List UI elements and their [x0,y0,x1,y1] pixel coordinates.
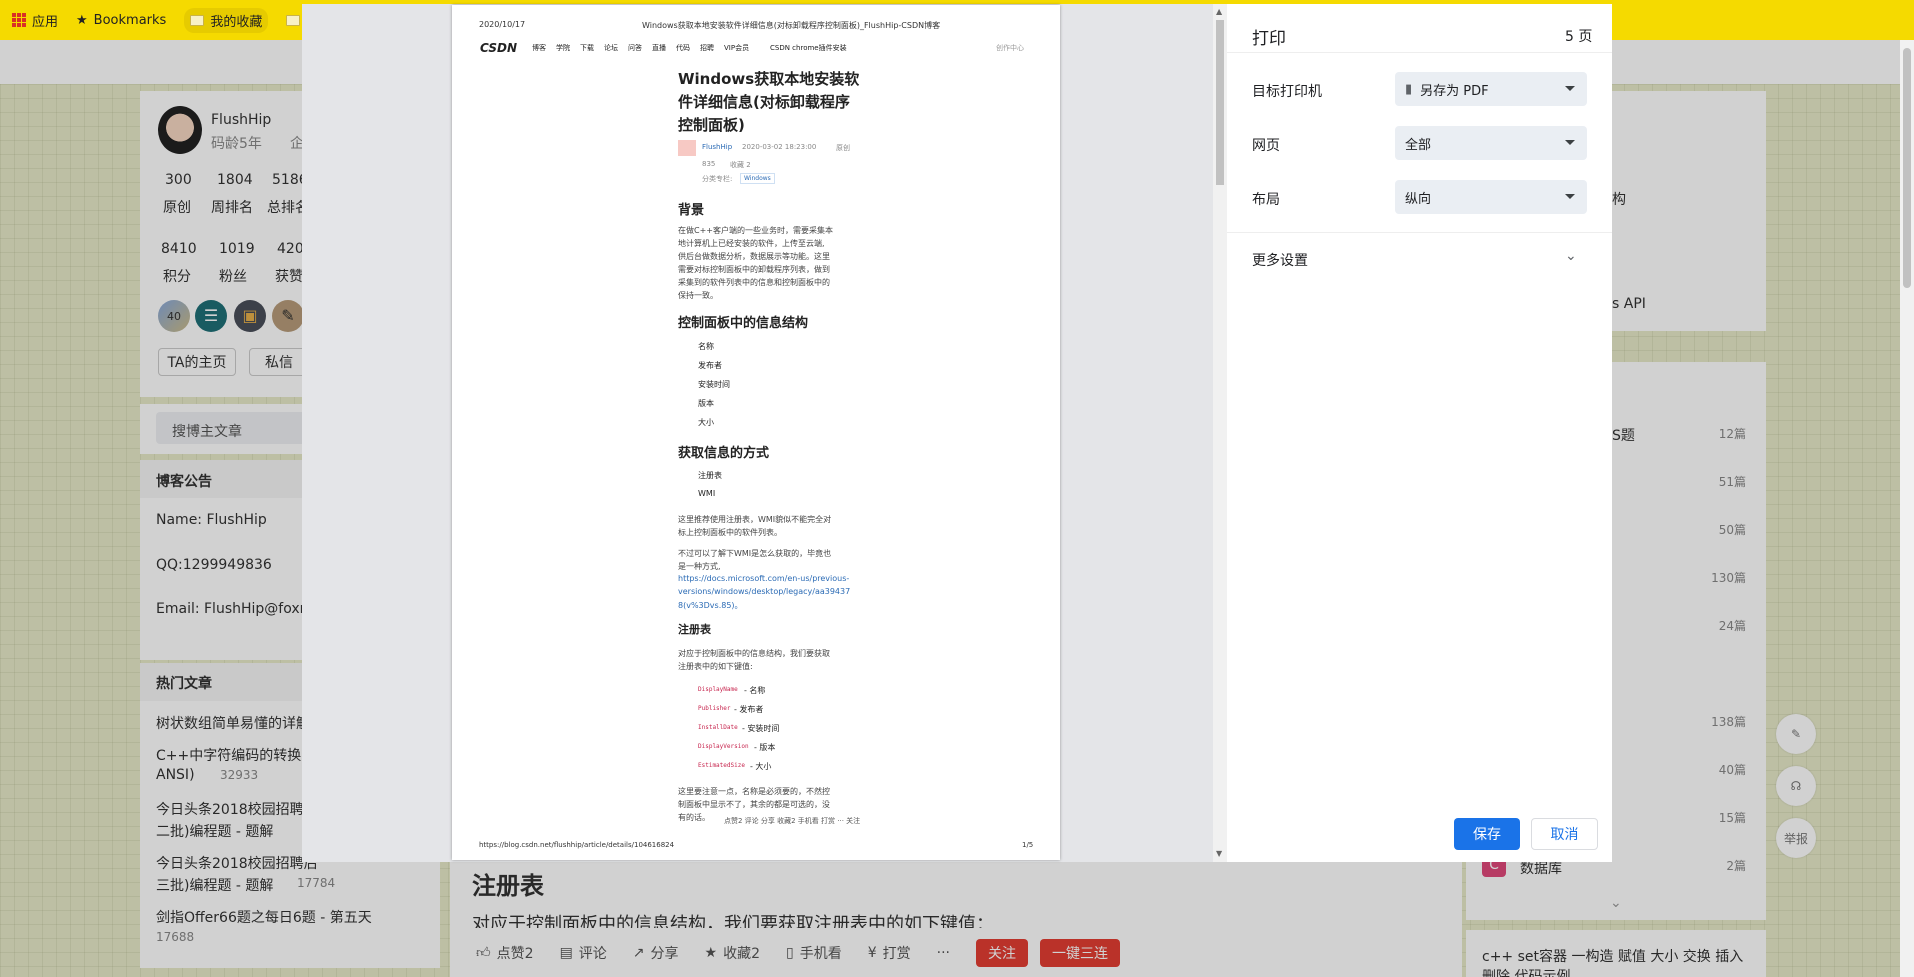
print-title: 打印 [1252,29,1286,49]
preview-date: 2020/10/17 [479,20,526,29]
preview-title-3: 控制面板) [678,116,745,134]
pages-label: 网页 [1252,138,1280,154]
preview-author: FlushHip [702,143,733,151]
preview-note-1: 这里要注意一点，名称是必须要的，不然控 [678,787,830,796]
preview-link-1: https://docs.microsoft.com/en-us/previou… [678,574,850,583]
preview-wmi-2: 是一种方式, [678,562,721,571]
preview-bg-line-2: 地计算机上已经安装的软件，上传至云端, [678,239,825,248]
cancel-button[interactable]: 取消 [1531,818,1598,850]
preview-nav-9: VIP会员 [724,44,750,52]
preview-link-2: versions/windows/desktop/legacy/aa39437 [678,587,851,596]
preview-nav-5: 问答 [628,44,642,52]
preview-h-bg: 背景 [678,203,705,218]
page-count: 5 页 [1565,29,1593,45]
preview-struct-4: 版本 [698,399,714,408]
panel-divider-top [1227,52,1612,53]
more-settings-toggle[interactable]: 更多设置 [1252,250,1308,270]
destination-select[interactable]: ▮ 另存为 PDF [1395,72,1587,106]
preview-nav-3: 下载 [580,44,594,52]
preview-struct-1: 名称 [698,342,714,351]
preview-logo: CSDN [480,41,518,55]
preview-page: 2020/10/17 Windows获取本地安装软件详细信息(对标卸载程序控制面… [452,5,1060,860]
preview-nav-4: 论坛 [604,44,618,52]
preview-bg-line-3: 供后台做数据分析，数据展示等功能。这里 [678,252,830,261]
preview-nav-2: 学院 [556,44,570,52]
preview-struct-5: 大小 [698,418,714,427]
preview-key-3-code: InstallDate [698,724,738,731]
dropdown-arrow-icon [1565,194,1575,199]
folder-icon [286,14,301,26]
preview-key-2-code: Publisher [698,705,731,712]
preview-fav: 原创 [836,144,850,152]
preview-reg-2: 注册表中的如下键值: [678,662,753,671]
preview-nav-1: 博客 [532,44,546,52]
preview-key-3-text: - 安装时间 [742,724,780,733]
star-icon: ★ [76,12,88,28]
preview-reg-1: 对应于控制面板中的信息结构，我们要获取 [678,649,830,658]
layout-label: 布局 [1252,192,1280,208]
preview-scrollbar[interactable]: ▲ ▼ [1213,4,1227,862]
preview-note-2: 制面板中显示不了，其余的都是可选的，没 [678,800,830,809]
print-settings-panel: 打印 5 页 目标打印机 ▮ 另存为 PDF 网页 全部 布局 纵向 更多设置 ⌄… [1227,4,1612,862]
preview-h-struct: 控制面板中的信息结构 [678,316,809,331]
preview-way-2: WMI [698,489,716,498]
preview-h-reg: 注册表 [678,623,711,636]
preview-reco-1: 这里推荐使用注册表，WMI貌似不能完全对 [678,515,832,524]
preview-bg-line-6: 保持一致。 [678,291,718,300]
preview-title-1: Windows获取本地安装软 [678,70,860,88]
print-preview-area: 2020/10/17 Windows获取本地安装软件详细信息(对标卸载程序控制面… [302,4,1213,862]
preview-link-3: 8(v%3Dvs.85)。 [678,601,743,610]
preview-original-badge [678,140,696,156]
apps-grid-icon [12,13,26,27]
dropdown-arrow-icon [1565,86,1575,91]
preview-struct-3: 安装时间 [698,380,730,389]
preview-collect: 收藏 2 [730,161,751,169]
preview-reco-2: 标上控制面板中的软件列表。 [678,528,782,537]
preview-bg-line-1: 在做C++客户端的一些业务时，需要采集本 [678,226,833,235]
preview-key-5-code: EstimatedSize [698,762,745,769]
preview-key-1-code: DisplayName [698,686,738,693]
folder-icon [190,14,205,26]
file-icon: ▮ [1405,81,1413,97]
preview-header-title: Windows获取本地安装软件详细信息(对标卸载程序控制面板)_FlushHip… [642,21,941,30]
save-button[interactable]: 保存 [1454,818,1520,850]
preview-way-1: 注册表 [698,471,722,480]
preview-column-label: 分类专栏: [702,175,733,183]
bookmark-apps[interactable]: 应用 [12,11,58,30]
chevron-down-icon[interactable]: ⌄ [1565,248,1577,264]
preview-action-bar: 点赞2 评论 分享 收藏2 手机看 打赏 ··· 关注 [724,816,865,826]
preview-key-1-text: - 名称 [744,686,766,695]
preview-tag: Windows [740,173,775,184]
layout-select[interactable]: 纵向 [1395,180,1587,214]
panel-divider-mid [1227,232,1612,233]
preview-nav-10: CSDN chrome插件安装 [770,44,847,52]
preview-views: 835 [702,160,716,168]
preview-nav-6: 直播 [652,44,666,52]
preview-note-3: 有的话。 [678,813,710,822]
preview-title-2: 件详细信息(对标卸载程序 [678,93,850,111]
preview-nav-8: 招聘 [700,44,714,52]
dropdown-arrow-icon [1565,140,1575,145]
preview-nav-7: 代码 [676,44,690,52]
preview-key-4-code: DisplayVersion [698,743,749,750]
preview-key-5-text: - 大小 [750,762,772,771]
preview-wmi-1: 不过可以了解下WMI是怎么获取的，毕竟也 [678,549,832,558]
page-scrollbar[interactable] [1900,40,1914,977]
preview-struct-2: 发布者 [698,361,722,370]
bookmark-bookmarks[interactable]: ★ Bookmarks [76,13,166,28]
bookmark-favorites[interactable]: 我的收藏 [184,7,269,33]
preview-key-4-text: - 版本 [754,743,776,752]
preview-footer-page: 1/5 [1022,841,1034,849]
preview-footer-url: https://blog.csdn.net/flushhip/article/d… [479,841,675,849]
pages-select[interactable]: 全部 [1395,126,1587,160]
preview-nav-11: 创作中心 [996,44,1024,52]
preview-bg-line-4: 需要对标控制面板中的卸载程序列表，做到 [678,265,830,274]
preview-h-way: 获取信息的方式 [678,446,770,461]
preview-date-meta: 2020-03-02 18:23:00 [742,143,817,151]
preview-bg-line-5: 采集到的软件列表中的信息和控制面板中的 [678,278,830,287]
preview-key-2-text: - 发布者 [734,705,764,714]
destination-label: 目标打印机 [1252,84,1322,100]
